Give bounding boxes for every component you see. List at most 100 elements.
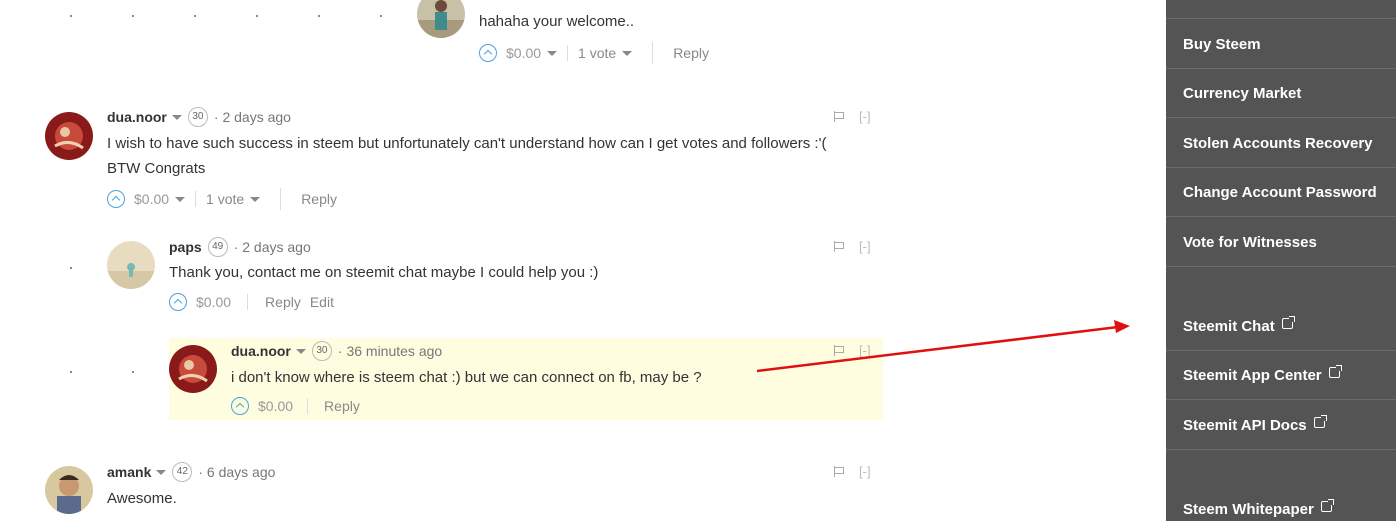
divider: [567, 45, 569, 61]
comment-body: Thank you, contact me on steemit chat ma…: [169, 264, 599, 281]
edit-link[interactable]: Edit: [310, 294, 334, 310]
sidebar-item-label: Stolen Accounts Recovery: [1183, 134, 1373, 152]
flag-icon[interactable]: [834, 241, 845, 252]
sidebar-item-label: Change Account Password: [1183, 183, 1377, 201]
timestamp[interactable]: · 6 days ago: [198, 464, 275, 480]
sidebar-item-currency-market[interactable]: Currency Market: [1166, 69, 1396, 118]
payout-value[interactable]: $0.00: [258, 398, 293, 414]
chevron-down-icon[interactable]: [156, 469, 167, 475]
payout-value[interactable]: $0.00: [506, 45, 541, 61]
timestamp[interactable]: · 2 days ago: [214, 109, 291, 125]
comment-tools: [-]: [834, 464, 871, 479]
external-link-icon: [1328, 364, 1342, 378]
avatar[interactable]: [169, 345, 217, 393]
reply-link[interactable]: Reply: [301, 191, 337, 207]
sidebar-menu: Buy Steem Currency Market Stolen Account…: [1166, 0, 1396, 521]
sidebar-item-partial[interactable]: [1166, 0, 1396, 19]
collapse-toggle[interactable]: [-]: [859, 464, 871, 479]
comment-body: BTW Congrats: [107, 160, 206, 177]
comment-actions: $0.00 Reply: [231, 397, 360, 415]
timestamp[interactable]: · 36 minutes ago: [338, 343, 442, 359]
comment-body: I wish to have such success in steem but…: [107, 135, 827, 152]
sidebar-item-steemit-api-docs[interactable]: Steemit API Docs: [1166, 401, 1396, 450]
upvote-icon[interactable]: [231, 397, 249, 415]
sidebar-item-stolen-accounts-recovery[interactable]: Stolen Accounts Recovery: [1166, 119, 1396, 168]
avatar[interactable]: [107, 241, 155, 289]
chevron-down-icon[interactable]: [175, 196, 186, 202]
sidebar-item-steemit-app-center[interactable]: Steemit App Center: [1166, 351, 1396, 400]
sidebar-item-vote-for-witnesses[interactable]: Vote for Witnesses: [1166, 218, 1396, 267]
chevron-down-icon[interactable]: [622, 50, 633, 56]
sidebar-item-steem-whitepaper[interactable]: Steem Whitepaper: [1166, 485, 1396, 521]
avatar[interactable]: [45, 112, 93, 160]
payout-value[interactable]: $0.00: [134, 191, 169, 207]
sidebar-item-steemit-chat[interactable]: Steemit Chat: [1166, 302, 1396, 351]
reputation-badge: 49: [207, 237, 228, 257]
payout-value[interactable]: $0.00: [196, 294, 231, 310]
avatar[interactable]: [45, 466, 93, 514]
sidebar-item-label: Steemit Chat: [1183, 317, 1275, 335]
collapse-toggle[interactable]: [-]: [859, 239, 871, 254]
vote-count[interactable]: 1 vote: [578, 45, 616, 61]
divider: [652, 42, 654, 64]
thread-dot: [132, 15, 134, 17]
sidebar-item-label: Steemit API Docs: [1183, 416, 1307, 434]
author-name[interactable]: dua.noor: [107, 109, 167, 125]
author-name[interactable]: paps: [169, 239, 202, 255]
comment-meta: amank 42 · 6 days ago: [107, 462, 275, 482]
upvote-icon[interactable]: [479, 44, 497, 62]
divider: [280, 188, 282, 210]
sidebar-item-label: Buy Steem: [1183, 35, 1261, 53]
collapse-toggle[interactable]: [-]: [859, 109, 871, 124]
chevron-down-icon[interactable]: [295, 348, 306, 354]
reply-link[interactable]: Reply: [673, 45, 709, 61]
reply-link[interactable]: Reply: [324, 398, 360, 414]
divider: [247, 294, 249, 310]
comment-actions: $0.00 1 vote Reply: [107, 188, 337, 210]
divider: [307, 398, 309, 414]
sidebar-item-label: Vote for Witnesses: [1183, 233, 1317, 251]
comment-body: i don't know where is steem chat :) but …: [231, 369, 702, 386]
comment-actions: $0.00 1 vote Reply: [479, 42, 709, 64]
reputation-badge: 42: [172, 462, 193, 482]
external-link-icon: [1320, 499, 1334, 512]
comment-tools: [-]: [834, 343, 871, 358]
sidebar-item-label: Steemit App Center: [1183, 366, 1322, 384]
external-link-icon: [1281, 315, 1295, 329]
comment-tools: [-]: [834, 239, 871, 254]
divider: [195, 191, 197, 207]
upvote-icon[interactable]: [169, 293, 187, 311]
avatar[interactable]: [417, 0, 465, 38]
comment-body: Awesome.: [107, 490, 177, 507]
thread-dot: [194, 15, 196, 17]
thread-dot: [70, 15, 72, 17]
sidebar-item-change-account-password[interactable]: Change Account Password: [1166, 168, 1396, 217]
collapse-toggle[interactable]: [-]: [859, 343, 871, 358]
sidebar-item-buy-steem[interactable]: Buy Steem: [1166, 20, 1396, 69]
upvote-icon[interactable]: [107, 190, 125, 208]
chevron-down-icon[interactable]: [547, 50, 558, 56]
reputation-badge: 30: [311, 341, 332, 361]
comment-meta: paps 49 · 2 days ago: [169, 237, 311, 257]
thread-dot: [318, 15, 320, 17]
thread-dot: [70, 267, 72, 269]
timestamp[interactable]: · 2 days ago: [234, 239, 311, 255]
vote-count[interactable]: 1 vote: [206, 191, 244, 207]
reputation-badge: 30: [187, 107, 208, 127]
reply-link[interactable]: Reply: [265, 294, 301, 310]
author-name[interactable]: amank: [107, 464, 151, 480]
chevron-down-icon[interactable]: [171, 114, 182, 120]
comment-meta: dua.noor 30 · 36 minutes ago: [231, 341, 442, 361]
thread-dot: [132, 371, 134, 373]
flag-icon[interactable]: [834, 345, 845, 356]
comment-meta: dua.noor 30 · 2 days ago: [107, 107, 291, 127]
flag-icon[interactable]: [834, 466, 845, 477]
thread-dot: [256, 15, 258, 17]
chevron-down-icon[interactable]: [250, 196, 261, 202]
comment-actions: $0.00 Reply Edit: [169, 293, 334, 311]
thread-dot: [70, 371, 72, 373]
sidebar-item-label: Currency Market: [1183, 84, 1302, 102]
author-name[interactable]: dua.noor: [231, 343, 291, 359]
sidebar-item-label: Steem Whitepaper: [1183, 501, 1314, 518]
flag-icon[interactable]: [834, 111, 845, 122]
